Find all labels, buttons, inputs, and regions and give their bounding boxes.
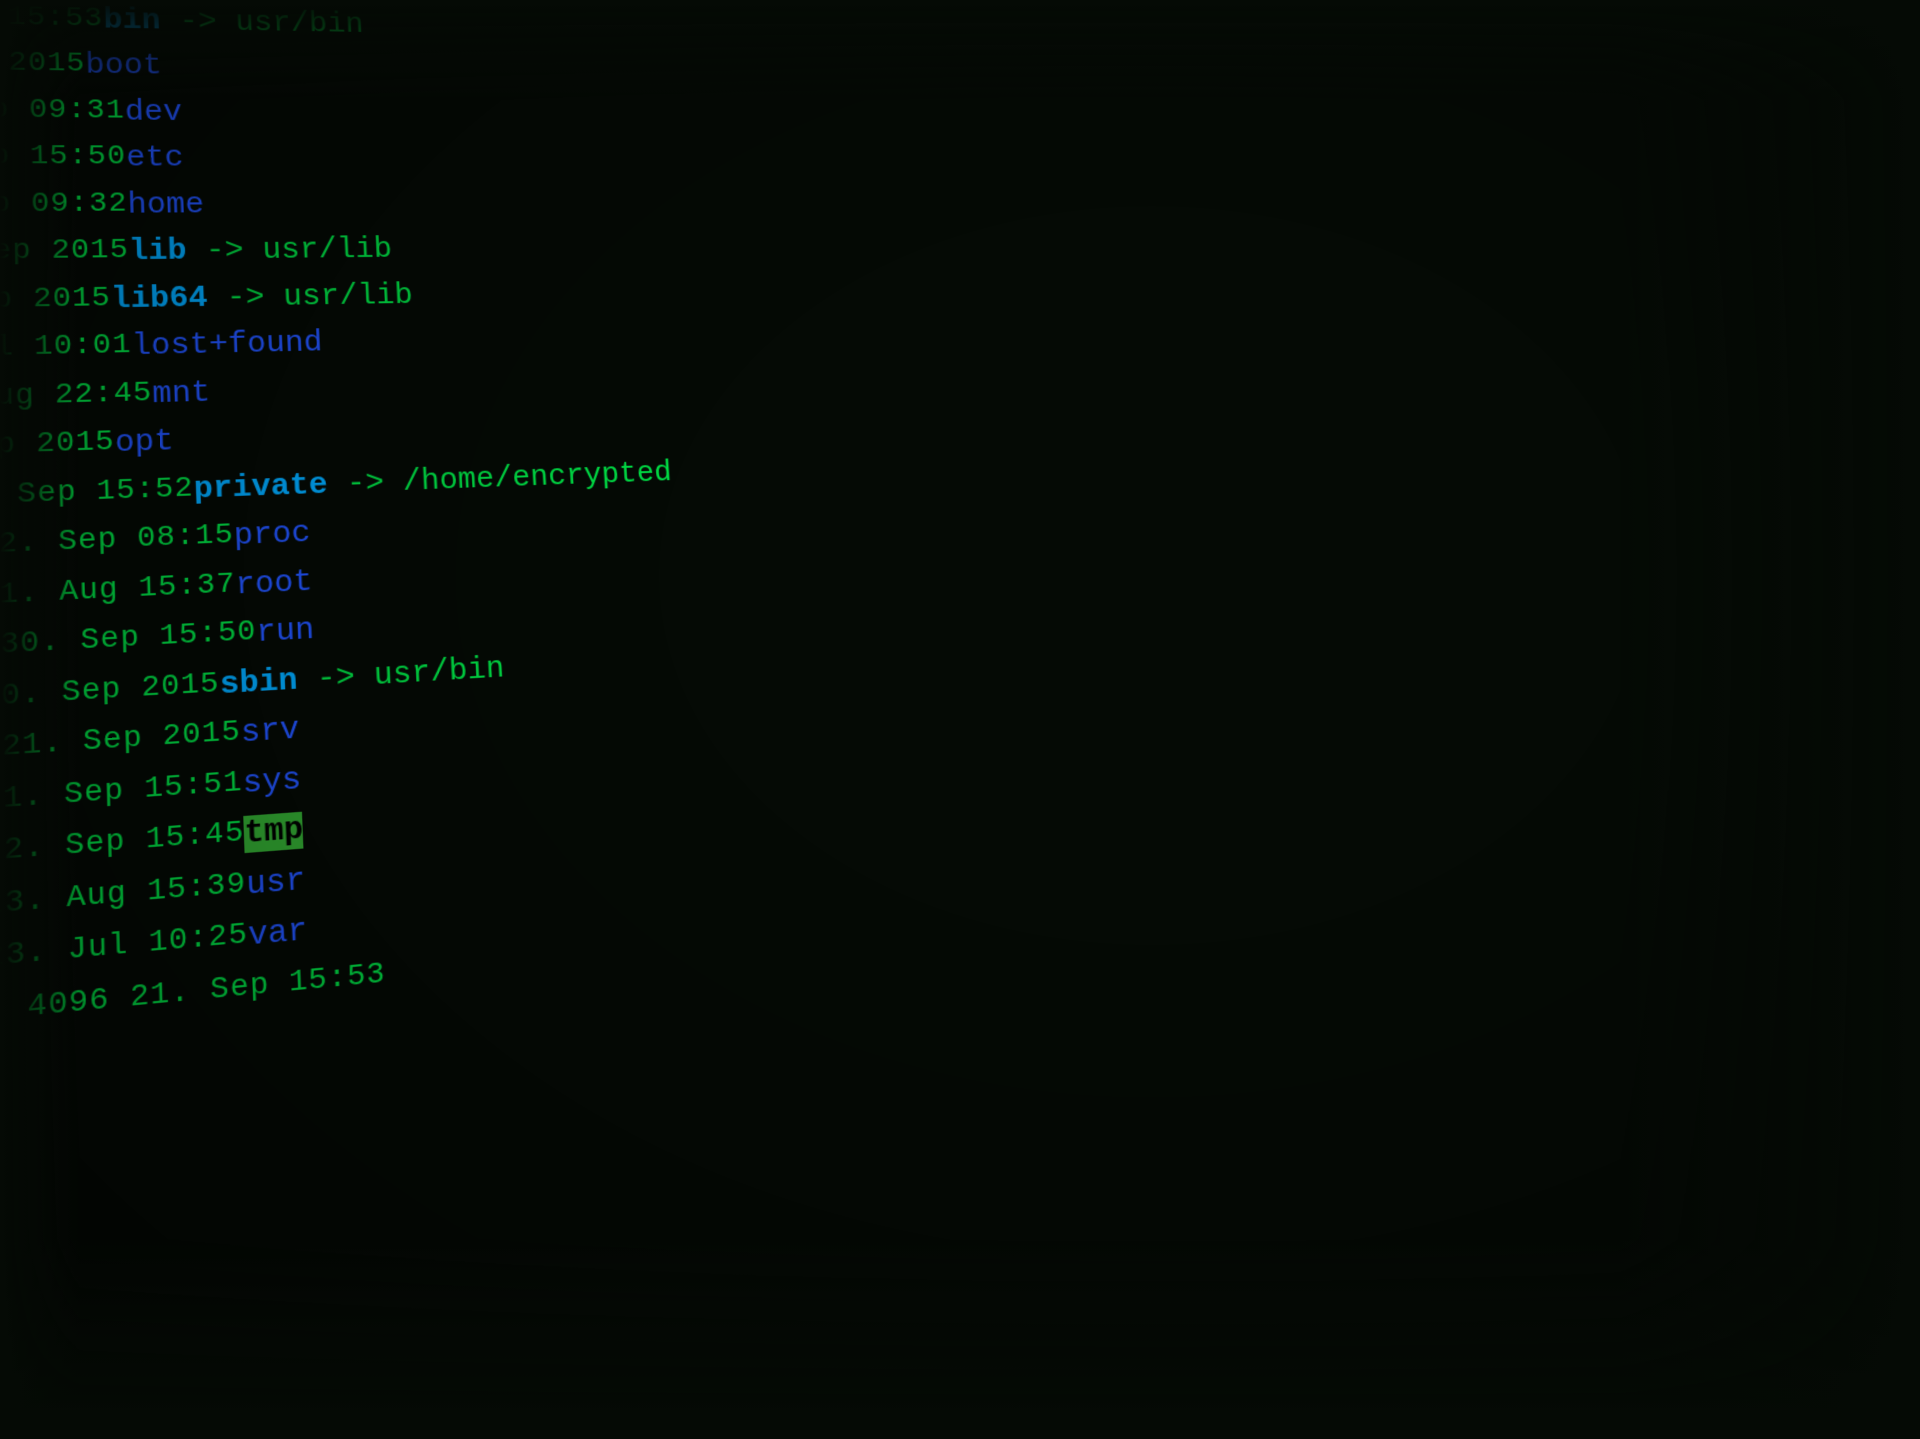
dir-boot: boot [85, 43, 163, 90]
left-col-2: Sep 2015 [0, 40, 86, 89]
left-col-8: 96. Jul 10:01 [0, 323, 132, 376]
dir-opt: opt [114, 418, 174, 468]
left-col-4: 21. Sep 15:50 [0, 134, 127, 182]
left-col-6: 30. Sep 2015 [0, 229, 130, 279]
left-col-9: 896. Aug 22:45 [0, 371, 153, 427]
dir-lib64: lib64 -> usr/lib [110, 273, 414, 324]
left-col-3: 19. Sep 09:31 [0, 87, 126, 136]
ls-row-4: 21. Sep 15:50 etc [0, 134, 1222, 182]
left-col-10: 16. Sep 2015 [0, 420, 116, 477]
dir-usr: usr [245, 856, 306, 912]
dir-proc: proc [233, 510, 312, 562]
terminal-content: .. Sep 15:53 bin -> usr/bin Sep 2015 boo… [0, 0, 1306, 1098]
left-col-7: 84. Sep 2015 [0, 276, 112, 327]
dir-tmp: tmp [244, 805, 305, 860]
dir-run: run [256, 606, 316, 658]
dir-root: root [235, 558, 314, 610]
dir-mnt: mnt [152, 369, 212, 418]
fade-bottom [0, 1239, 1920, 1439]
dir-var: var [247, 906, 308, 962]
dir-lib: lib -> usr/lib [128, 227, 393, 276]
dir-sys: sys [242, 755, 302, 809]
dir-bin: bin -> usr/bin [103, 0, 365, 47]
dir-srv: srv [240, 706, 300, 760]
left-col-1: Sep 15:53 [0, 0, 104, 43]
terminal-screen: .. Sep 15:53 bin -> usr/bin Sep 2015 boo… [0, 0, 1920, 1439]
fade-right [1620, 0, 1920, 1439]
dir-dev: dev [124, 89, 183, 135]
dir-etc: etc [126, 135, 185, 181]
dir-dotdot: .. [599, 0, 636, 9]
dir-lost-found: lost+found [131, 320, 324, 371]
dir-home: home [127, 182, 205, 229]
left-col-5: 19. Sep 09:32 [0, 182, 128, 230]
